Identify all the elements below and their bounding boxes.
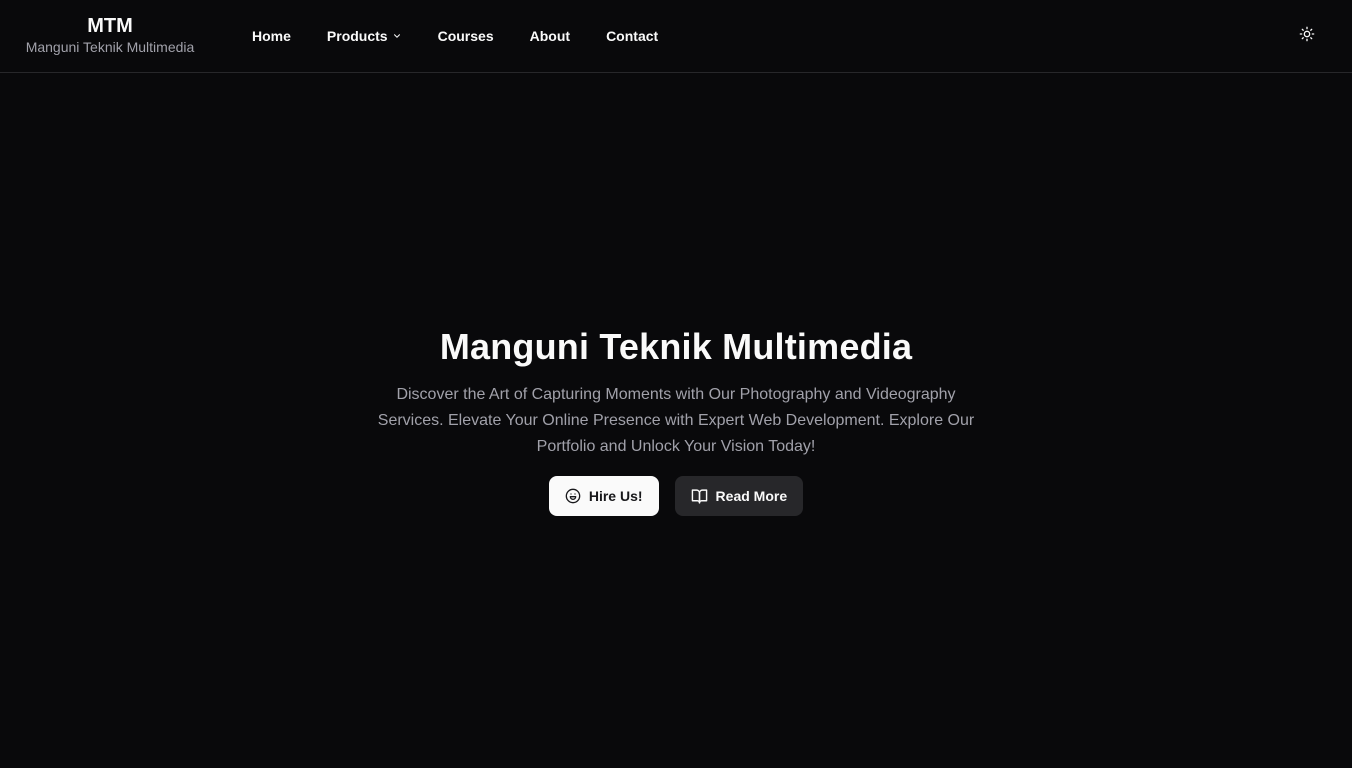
nav-about[interactable]: About (512, 20, 588, 52)
nav-courses[interactable]: Courses (420, 20, 512, 52)
brand-logo[interactable]: MTM Manguni Teknik Multimedia (24, 14, 196, 56)
hero-description: Discover the Art of Capturing Moments wi… (377, 386, 975, 455)
read-more-label: Read More (715, 488, 788, 504)
read-more-button[interactable]: Read More (674, 476, 804, 516)
hire-us-button[interactable]: Hire Us! (548, 476, 659, 516)
main-nav: Home Products Courses About Contact (234, 0, 676, 72)
hire-us-label: Hire Us! (588, 488, 643, 504)
nav-products-label: Products (326, 28, 388, 44)
book-open-icon (691, 488, 708, 505)
chevron-down-icon (392, 31, 402, 41)
brand-title: MTM (87, 15, 133, 37)
hero-section: Manguni Teknik Multimedia Discover the A… (0, 326, 1352, 516)
nav-home[interactable]: Home (234, 20, 309, 52)
navbar: MTM Manguni Teknik Multimedia Home Produ… (0, 0, 1352, 73)
nav-contact[interactable]: Contact (588, 20, 676, 52)
nav-products[interactable]: Products (309, 20, 420, 52)
hero-actions: Hire Us! Read More (0, 476, 1352, 516)
smile-icon (565, 488, 581, 504)
hero-title: Manguni Teknik Multimedia (439, 326, 913, 367)
sun-icon (1299, 26, 1315, 47)
brand-subtitle: Manguni Teknik Multimedia (25, 39, 195, 55)
theme-toggle-button[interactable] (1291, 20, 1323, 52)
